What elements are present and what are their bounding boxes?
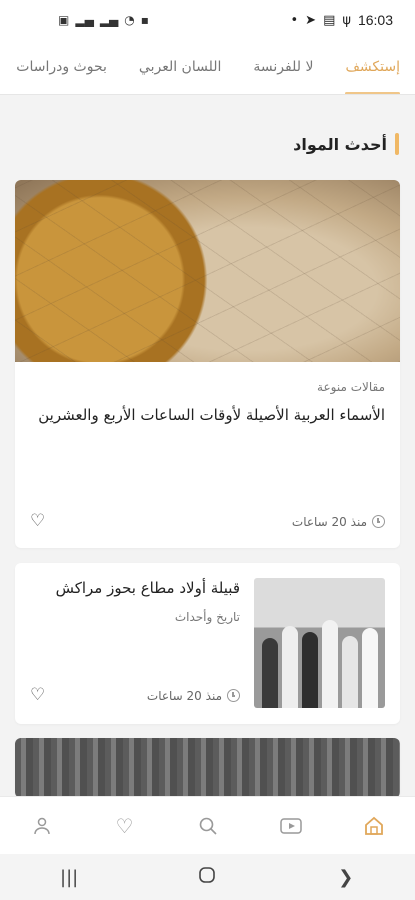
tab-research[interactable]: بحوث ودراسات	[16, 40, 107, 94]
article-time-text: منذ 20 ساعات	[291, 514, 367, 529]
article-image	[15, 738, 400, 798]
tab-arabic-tongue[interactable]: اللسان العربي	[139, 40, 221, 94]
top-tabs: إستكشف لا للفرنسة اللسان العربي بحوث ودر…	[0, 40, 415, 95]
article-category[interactable]: مقالات منوعة	[30, 380, 385, 394]
article-card[interactable]	[15, 738, 400, 798]
favorite-heart-icon[interactable]: ♡	[30, 687, 45, 704]
article-title[interactable]: الأسماء العربية الأصيلة لأوقات الساعات ا…	[30, 404, 385, 427]
recent-apps-icon[interactable]: |||	[49, 867, 89, 888]
article-time: منذ 20 ساعات	[292, 515, 385, 529]
signal-icon: ▂▄	[99, 13, 119, 27]
bottom-navigation: ♡	[0, 796, 415, 854]
back-icon[interactable]: ❯	[326, 867, 366, 888]
status-right: • ➤ ▤ ψ 16:03	[291, 12, 394, 28]
article-category[interactable]: تاريخ وأحداث	[30, 610, 240, 624]
article-card[interactable]: مقالات منوعة الأسماء العربية الأصيلة لأو…	[15, 180, 400, 548]
section-title: أحدث المواد	[293, 134, 387, 154]
dot-icon: •	[290, 12, 299, 28]
section-header: أحدث المواد	[293, 133, 399, 155]
clock-icon	[227, 689, 240, 702]
status-left-icons: ▣ ▂▄ ▂▄ ◔ ▪	[58, 13, 149, 27]
status-time: 16:03	[357, 12, 393, 28]
article-image	[15, 180, 400, 362]
article-title[interactable]: قبيلة أولاد مطاع بحوز مراكش	[30, 577, 240, 600]
clock-icon	[372, 515, 385, 528]
system-navigation: ||| ❯	[0, 854, 415, 900]
search-icon[interactable]	[188, 806, 228, 846]
usb-icon: ψ	[342, 12, 351, 28]
home-button-icon[interactable]	[187, 866, 227, 889]
profile-icon[interactable]	[22, 806, 62, 846]
favorite-heart-icon[interactable]: ♡	[30, 513, 45, 530]
article-card[interactable]: قبيلة أولاد مطاع بحوز مراكش تاريخ وأحداث…	[15, 563, 400, 724]
article-time: منذ 20 ساعات	[147, 689, 240, 703]
telegram-icon: ➤	[305, 12, 317, 28]
home-icon[interactable]	[354, 806, 394, 846]
video-icon[interactable]	[271, 806, 311, 846]
tab-no-francization[interactable]: لا للفرنسة	[253, 40, 313, 94]
section-accent-bar	[395, 133, 399, 155]
tab-explore[interactable]: إستكشف	[345, 40, 400, 94]
article-thumbnail	[254, 578, 385, 708]
sim-icon: ▣	[58, 13, 70, 27]
heart-icon[interactable]: ♡	[105, 806, 145, 846]
gallery-icon: ▤	[323, 12, 336, 28]
wifi-icon: ◔	[124, 13, 135, 27]
signal-icon: ▂▄	[75, 13, 94, 27]
article-time-text: منذ 20 ساعات	[146, 688, 222, 703]
battery-saver-icon: ▪	[140, 13, 149, 27]
status-bar: ▣ ▂▄ ▂▄ ◔ ▪ • ➤ ▤ ψ 16:03	[0, 0, 415, 40]
